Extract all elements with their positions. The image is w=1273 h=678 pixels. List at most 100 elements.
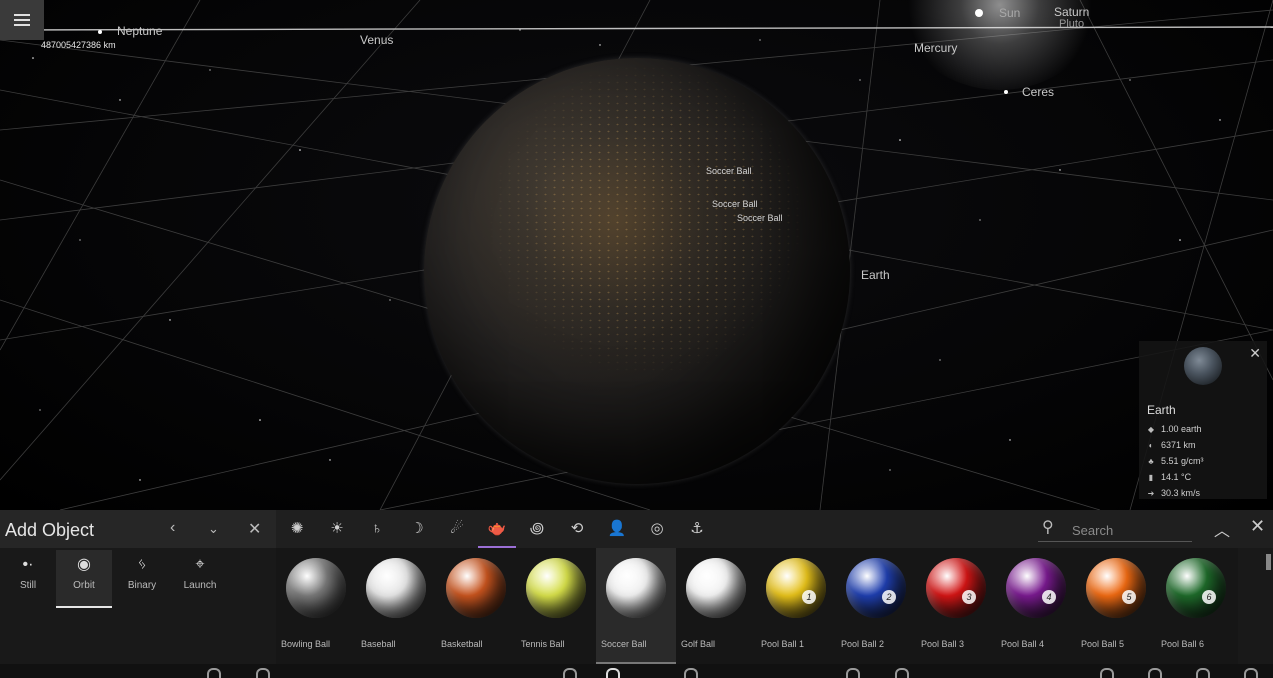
- stat-speed-value: 30.3 km/s: [1161, 488, 1201, 498]
- space-viewport[interactable]: 487005427386 km Neptune Venus Sun Saturn…: [0, 0, 1273, 510]
- toolbar-icon[interactable]: [895, 668, 909, 678]
- scrollbar[interactable]: [1266, 554, 1271, 570]
- object-item[interactable]: 3 Pool Ball 3: [916, 548, 996, 664]
- orbit-ring-icon[interactable]: ⟲: [558, 516, 596, 548]
- sun-marker[interactable]: [975, 9, 983, 17]
- speed-icon: ➜: [1147, 488, 1155, 498]
- toolbar-icon[interactable]: [563, 668, 577, 678]
- mode-still[interactable]: •· Still: [0, 550, 56, 608]
- chevron-up-icon[interactable]: ︿: [1214, 517, 1230, 541]
- object-item[interactable]: Golf Ball: [676, 548, 756, 664]
- mode-binary[interactable]: ᛃ Binary: [114, 550, 170, 608]
- toolbar-icon[interactable]: [1148, 668, 1162, 678]
- ball-number: 2: [882, 590, 896, 604]
- ball-thumbnail: [446, 558, 506, 618]
- stat-radius-value: 6371 km: [1161, 440, 1196, 450]
- person-icon[interactable]: 👤: [598, 516, 636, 548]
- mode-orbit[interactable]: ◉ Orbit: [56, 550, 112, 608]
- object-item[interactable]: 6 Pool Ball 6: [1156, 548, 1236, 664]
- object-item[interactable]: 1 Pool Ball 1: [756, 548, 836, 664]
- object-item[interactable]: 4 Pool Ball 4: [996, 548, 1076, 664]
- mode-label: Launch: [183, 580, 217, 591]
- object-name: Earth: [1147, 403, 1176, 417]
- stat-mass-value: 1.00 earth: [1161, 424, 1202, 434]
- ball-number: 1: [802, 590, 816, 604]
- ball-thumbnail: [926, 558, 986, 618]
- sun-icon[interactable]: ☀: [318, 516, 356, 548]
- ball-thumbnail: [526, 558, 586, 618]
- object-info-card: ✕ Earth ◆ 1.00 earth ◐ 6371 km ♣ 5.51 g/cm³…: [1139, 341, 1267, 499]
- object-item-label: Pool Ball 6: [1161, 639, 1205, 649]
- sun-label[interactable]: Sun: [999, 6, 1020, 20]
- object-item[interactable]: Basketball: [436, 548, 516, 664]
- search-icon[interactable]: ⚲: [1042, 517, 1054, 537]
- venus-label[interactable]: Venus: [360, 33, 393, 47]
- ceres-marker[interactable]: [1004, 90, 1008, 94]
- hamburger-icon: [14, 14, 30, 26]
- object-item[interactable]: Tennis Ball: [516, 548, 596, 664]
- toolbar-icon[interactable]: [846, 668, 860, 678]
- mercury-label[interactable]: Mercury: [914, 41, 957, 55]
- comet-icon[interactable]: ☄: [438, 516, 476, 548]
- close-panel-icon[interactable]: ✕: [1250, 516, 1265, 537]
- teapot-icon[interactable]: 🫖: [478, 516, 516, 548]
- object-item-label: Golf Ball: [681, 639, 716, 649]
- earth-thumbnail[interactable]: [1184, 347, 1222, 385]
- toolbar-icon[interactable]: [207, 668, 221, 678]
- toolbar-icon[interactable]: [1244, 668, 1258, 678]
- object-item[interactable]: Soccer Ball: [596, 548, 676, 664]
- neptune-label[interactable]: Neptune: [117, 24, 162, 38]
- moon-icon[interactable]: ☽: [398, 516, 436, 548]
- toolbar-icon[interactable]: [256, 668, 270, 678]
- chevron-down-icon[interactable]: ⌄: [208, 521, 219, 537]
- object-item-label: Pool Ball 4: [1001, 639, 1045, 649]
- object-item[interactable]: 5 Pool Ball 5: [1076, 548, 1156, 664]
- object-grid: Bowling Ball Baseball Basketball Tennis Bal…: [276, 548, 1238, 664]
- search-input[interactable]: [1072, 520, 1188, 540]
- radius-icon: ◐: [1148, 440, 1154, 450]
- anchor-icon[interactable]: ⚓: [678, 516, 716, 548]
- toolbar-icon[interactable]: [606, 668, 620, 678]
- panel-title: Add Object: [5, 520, 95, 540]
- object-item-label: Tennis Ball: [521, 639, 565, 649]
- ball-thumbnail: [1086, 558, 1146, 618]
- panel-header: Add Object ‹ ⌄ ✕: [0, 510, 276, 548]
- planet-ring-icon[interactable]: ♄: [358, 516, 396, 548]
- ball-thumbnail: [766, 558, 826, 618]
- toolbar-icon[interactable]: [1196, 668, 1210, 678]
- search-box: ⚲: [1038, 516, 1192, 542]
- saturn-label[interactable]: Saturn: [1054, 5, 1089, 19]
- menu-button[interactable]: [0, 0, 44, 40]
- ceres-label[interactable]: Ceres: [1022, 85, 1054, 99]
- bottom-toolbar: [0, 664, 1273, 678]
- target-icon[interactable]: ◎: [638, 516, 676, 548]
- galaxy-icon[interactable]: ꩜: [518, 516, 556, 548]
- still-icon: •·: [22, 556, 34, 573]
- neptune-marker[interactable]: [98, 30, 102, 34]
- soccer-ball-label[interactable]: Soccer Ball: [737, 213, 783, 223]
- star-cluster-icon[interactable]: ✺: [278, 516, 316, 548]
- pluto-label[interactable]: Pluto: [1059, 18, 1084, 30]
- toolbar-icon[interactable]: [684, 668, 698, 678]
- earth-label[interactable]: Earth: [861, 268, 890, 282]
- earth-planet[interactable]: [424, 58, 850, 484]
- close-icon[interactable]: ✕: [248, 519, 261, 539]
- object-item[interactable]: 2 Pool Ball 2: [836, 548, 916, 664]
- mode-label: Orbit: [73, 580, 95, 591]
- soccer-ball-label[interactable]: Soccer Ball: [712, 199, 758, 209]
- launch-icon: ⌖: [195, 556, 205, 573]
- back-chevron-icon[interactable]: ‹: [170, 519, 175, 537]
- object-item[interactable]: Bowling Ball: [276, 548, 356, 664]
- soccer-ball-label[interactable]: Soccer Ball: [706, 166, 752, 176]
- close-info-button[interactable]: ✕: [1249, 345, 1261, 362]
- object-item[interactable]: Baseball: [356, 548, 436, 664]
- mode-selector: •· Still ◉ Orbit ᛃ Binary ⌖ Launch: [0, 548, 276, 668]
- add-object-panel: Add Object ‹ ⌄ ✕ ✺ ☀ ♄ ☽ ☄ 🫖 ꩜ ⟲ 👤 ◎ ⚓ ⚲…: [0, 510, 1273, 678]
- ball-thumbnail: [846, 558, 906, 618]
- ball-number: 6: [1202, 590, 1216, 604]
- object-item-label: Pool Ball 3: [921, 639, 965, 649]
- toolbar-icon[interactable]: [1100, 668, 1114, 678]
- density-icon: ♣: [1148, 456, 1154, 466]
- mode-launch[interactable]: ⌖ Launch: [172, 550, 228, 608]
- ball-thumbnail: [606, 558, 666, 618]
